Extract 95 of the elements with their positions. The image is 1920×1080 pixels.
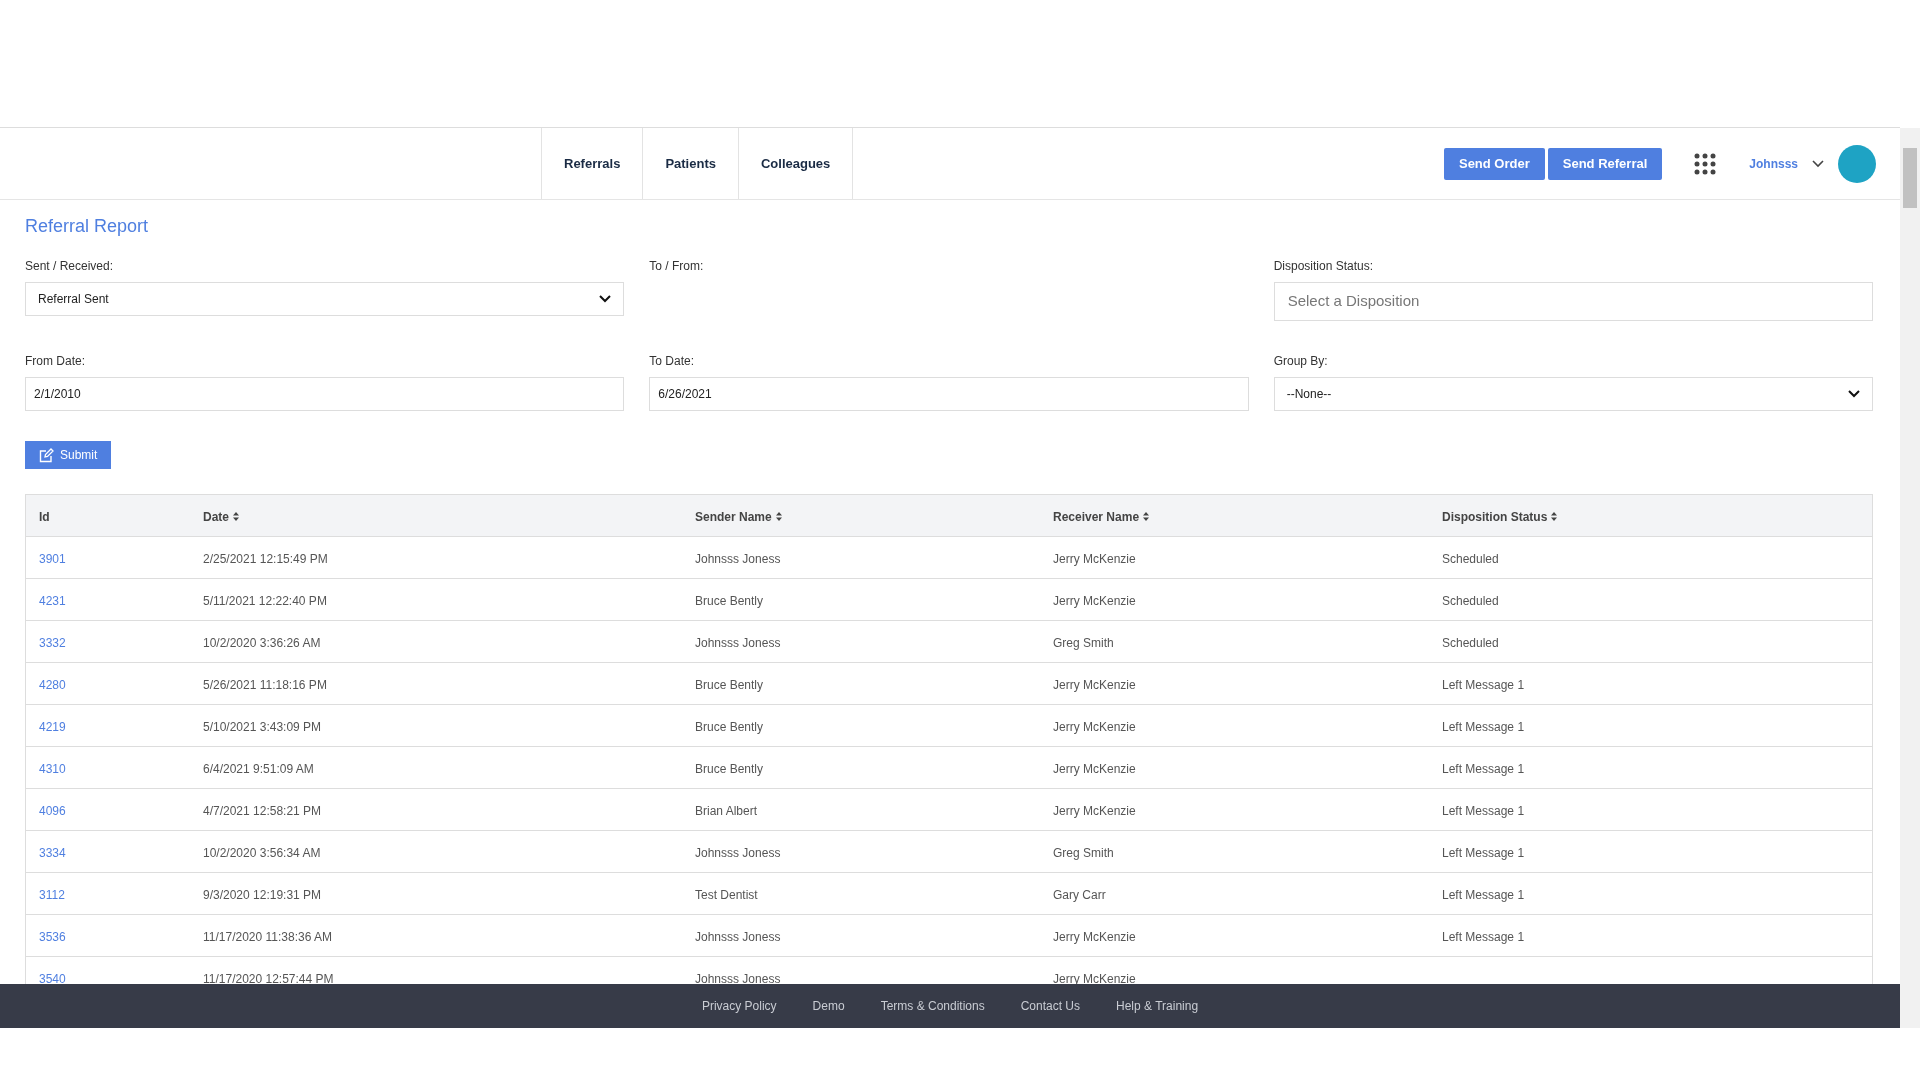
id-link[interactable]: 4219 <box>39 719 66 734</box>
table-cell: Left Message 1 <box>1442 719 1525 734</box>
table-cell: 5/26/2021 11:18:16 PM <box>203 677 327 692</box>
table-cell: Gary Carr <box>1053 887 1106 902</box>
avatar[interactable] <box>1838 144 1876 183</box>
field-label: To / From: <box>649 258 705 275</box>
edit-icon <box>39 447 54 463</box>
field-label: Sent / Received: <box>25 258 115 275</box>
select-value: Referral Sent <box>38 291 109 308</box>
table-cell: Bruce Bently <box>695 677 764 692</box>
field-label: To Date: <box>649 353 696 370</box>
id-link[interactable]: 3332 <box>39 635 66 650</box>
caret-icon <box>599 295 612 303</box>
scrollbar[interactable] <box>1900 128 1920 1028</box>
input-field[interactable]: 2/1/2010 <box>25 377 625 411</box>
table-cell: Test Dentist <box>695 887 758 902</box>
table-cell: Left Message 1 <box>1442 761 1525 776</box>
sort-icon <box>775 512 782 521</box>
table-cell: Left Message 1 <box>1442 887 1525 902</box>
table-cell: 4/7/2021 12:58:21 PM <box>203 803 322 818</box>
table-cell: Left Message 1 <box>1442 845 1525 860</box>
footer-link[interactable]: Demo <box>812 997 845 1015</box>
table-cell: Scheduled <box>1442 551 1499 566</box>
input-field[interactable]: Select a Disposition <box>1273 282 1873 321</box>
table-cell: Jerry McKenzie <box>1053 551 1136 566</box>
table-cell: Jerry McKenzie <box>1053 593 1136 608</box>
nav-tab[interactable]: Colleagues <box>738 153 853 174</box>
select-value: --None-- <box>1286 386 1332 403</box>
table-cell: Bruce Bently <box>695 761 764 776</box>
id-link[interactable]: 3901 <box>39 551 66 566</box>
table-cell: Greg Smith <box>1053 845 1114 860</box>
column-header[interactable]: Sender Name <box>695 507 782 526</box>
table-cell: 5/10/2021 3:43:09 PM <box>203 719 322 734</box>
column-header: Id <box>39 508 50 526</box>
chevron-down-icon[interactable] <box>1812 159 1824 168</box>
table-cell: Johnsss Joness <box>695 845 781 860</box>
field-label: From Date: <box>25 353 86 370</box>
column-header[interactable]: Receiver Name <box>1053 507 1150 526</box>
table-cell: Scheduled <box>1442 635 1499 650</box>
table-cell: Johnsss Joness <box>695 971 781 984</box>
column-header[interactable]: Date <box>203 507 239 526</box>
table-cell: 9/3/2020 12:19:31 PM <box>203 887 322 902</box>
apps-grid-icon[interactable] <box>1694 152 1717 175</box>
nav-tab[interactable]: Referrals <box>542 153 643 174</box>
table-cell: Scheduled <box>1442 593 1499 608</box>
table-cell: 6/4/2021 9:51:09 AM <box>203 761 314 776</box>
id-link[interactable]: 4231 <box>39 593 66 608</box>
id-link[interactable]: 4096 <box>39 803 66 818</box>
footer-link[interactable]: Privacy Policy <box>701 997 777 1015</box>
table-cell: Brian Albert <box>695 803 758 818</box>
id-link[interactable]: 3536 <box>39 929 66 944</box>
footer-link[interactable]: Help & Training <box>1116 997 1199 1015</box>
page-title: Referral Report <box>25 215 150 238</box>
submit-button[interactable]: Submit <box>25 441 112 469</box>
user-name[interactable]: Johnsss <box>1749 154 1798 173</box>
nav-button[interactable]: Send Order <box>1443 147 1545 180</box>
table-cell: Bruce Bently <box>695 593 764 608</box>
table-cell: Johnsss Joness <box>695 551 781 566</box>
footer-link[interactable]: Contact Us <box>1020 997 1081 1015</box>
table-cell: Left Message 1 <box>1442 677 1525 692</box>
sort-icon <box>233 512 239 521</box>
table-cell: 10/2/2020 3:36:26 AM <box>203 635 321 650</box>
id-link[interactable]: 4280 <box>39 677 66 692</box>
id-link[interactable]: 3112 <box>39 887 65 902</box>
select-field[interactable]: --None-- <box>1273 377 1873 411</box>
table-cell: Jerry McKenzie <box>1053 803 1136 818</box>
table-cell: 5/11/2021 12:22:40 PM <box>203 593 327 608</box>
table-cell: 11/17/2020 11:38:36 AM <box>203 929 332 944</box>
footer-link[interactable]: Terms & Conditions <box>880 997 985 1015</box>
table-cell: Jerry McKenzie <box>1053 761 1136 776</box>
nav-tab[interactable]: Patients <box>643 153 738 174</box>
table-cell: 2/25/2021 12:15:49 PM <box>203 551 328 566</box>
nav-button[interactable]: Send Referral <box>1547 147 1663 180</box>
select-field[interactable]: Referral Sent <box>25 282 625 316</box>
id-link[interactable]: 3334 <box>39 845 66 860</box>
column-header[interactable]: Disposition Status <box>1442 507 1558 526</box>
id-link[interactable]: 4310 <box>39 761 66 776</box>
table-cell: Johnsss Joness <box>695 635 781 650</box>
field-label: Group By: <box>1273 353 1329 370</box>
table-cell: Greg Smith <box>1053 635 1114 650</box>
id-link[interactable]: 3540 <box>39 971 66 984</box>
input-field[interactable]: 6/26/2021 <box>649 377 1249 411</box>
table-cell: 10/2/2020 3:56:34 AM <box>203 845 321 860</box>
table-cell: Jerry McKenzie <box>1053 929 1136 944</box>
table-cell: Left Message 1 <box>1442 803 1525 818</box>
table-cell: Jerry McKenzie <box>1053 719 1136 734</box>
table-cell: Bruce Bently <box>695 719 764 734</box>
field-label: Disposition Status: <box>1273 258 1375 275</box>
sort-icon <box>1551 512 1558 521</box>
table-cell: Jerry McKenzie <box>1053 677 1136 692</box>
sort-icon <box>1143 512 1150 521</box>
table-cell: Left Message 1 <box>1442 929 1525 944</box>
table-cell: Johnsss Joness <box>695 929 781 944</box>
table-cell: 11/17/2020 12:57:44 PM <box>203 971 334 984</box>
caret-icon <box>1848 390 1860 398</box>
